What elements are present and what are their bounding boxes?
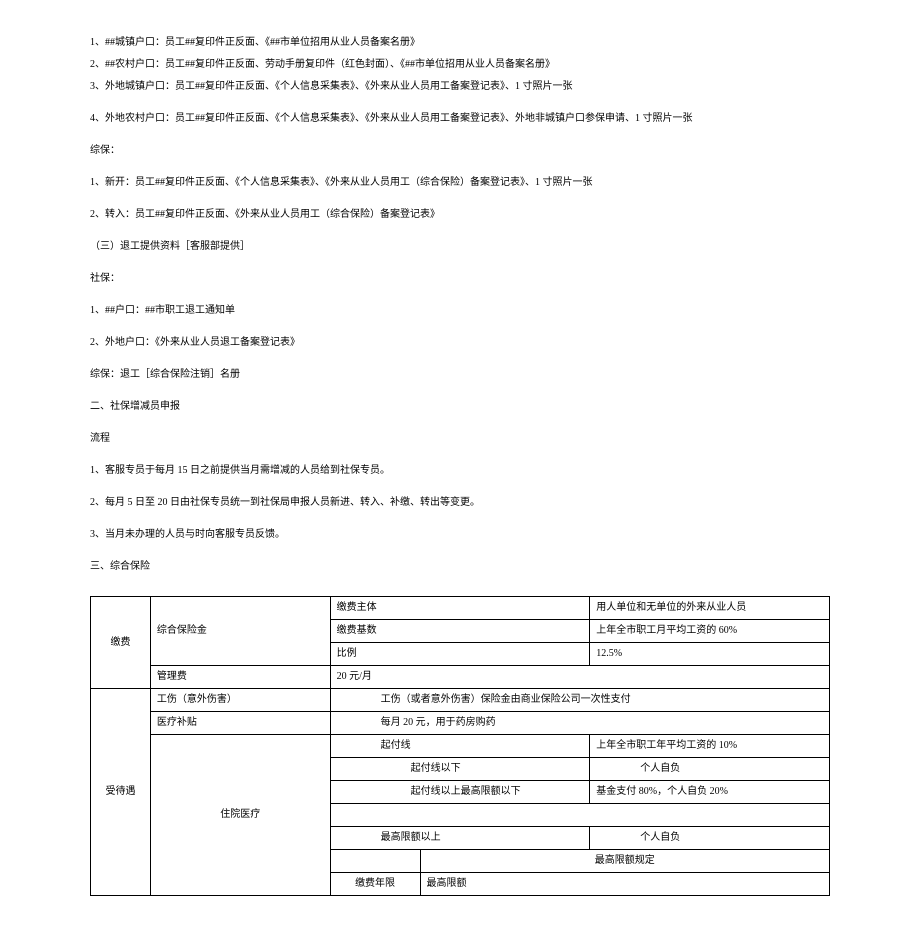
heading-2: 二、社保增减员申报: [90, 398, 830, 416]
process-1: 1、客服专员于每月 15 日之前提供当月需增减的人员给到社保专员。: [90, 462, 830, 480]
table-row: 受待遇 工伤（意外伤害） 工伤（或者意外伤害）保险金由商业保险公司一次性支付: [91, 689, 830, 712]
table-row: 住院医疗 起付线 上年全市职工年平均工资的 10%: [91, 735, 830, 758]
cell: 最高限额: [420, 873, 829, 896]
cell: 每月 20 元，用于药房购药: [330, 712, 829, 735]
line-1: 1、##城镇户口：员工##复印件正反面、《##市单位招用从业人员备案名册》: [90, 34, 830, 52]
line-7: （三）退工提供资料［客服部提供］: [90, 238, 830, 256]
cell: 用人单位和无单位的外来从业人员: [590, 597, 830, 620]
table-row: 缴费 综合保险金 缴费主体 用人单位和无单位的外来从业人员: [91, 597, 830, 620]
label-shebao: 社保：: [90, 270, 830, 288]
line-2: 2、##农村户口：员工##复印件正反面、劳动手册复印件（红色封面）、《##市单位…: [90, 56, 830, 74]
cell: 个人自负: [590, 758, 830, 781]
cell-empty: [330, 804, 829, 827]
line-10: 综保：退工［综合保险注销］名册: [90, 366, 830, 384]
cell: 最高限额以上: [330, 827, 590, 850]
cell: 综合保险金: [150, 597, 330, 666]
cell: 起付线: [330, 735, 590, 758]
cell-zhuyuan: 住院医疗: [150, 735, 330, 896]
table-row: 管理费 20 元/月: [91, 666, 830, 689]
process-2: 2、每月 5 日至 20 日由社保专员统一到社保局申报人员新进、转入、补缴、转出…: [90, 494, 830, 512]
cell: 缴费主体: [330, 597, 590, 620]
cell-jiaofei: 缴费: [91, 597, 151, 689]
label-zongbao: 综保：: [90, 142, 830, 160]
cell: [330, 850, 420, 873]
cell: 上年全市职工月平均工资的 60%: [590, 620, 830, 643]
cell: 上年全市职工年平均工资的 10%: [590, 735, 830, 758]
cell: 管理费: [150, 666, 330, 689]
line-6: 2、转入：员工##复印件正反面、《外来从业人员用工（综合保险）备案登记表》: [90, 206, 830, 224]
cell: 个人自负: [590, 827, 830, 850]
insurance-table: 缴费 综合保险金 缴费主体 用人单位和无单位的外来从业人员 缴费基数 上年全市职…: [90, 596, 830, 896]
cell: 医疗补贴: [150, 712, 330, 735]
cell: 最高限额规定: [420, 850, 829, 873]
cell: 起付线以上最高限额以下: [330, 781, 590, 804]
cell: 缴费年限: [330, 873, 420, 896]
cell: 工伤（或者意外伤害）保险金由商业保险公司一次性支付: [330, 689, 829, 712]
process-3: 3、当月未办理的人员与时向客服专员反馈。: [90, 526, 830, 544]
cell: 12.5%: [590, 643, 830, 666]
label-process: 流程: [90, 430, 830, 448]
cell-daiyu: 受待遇: [91, 689, 151, 896]
cell: 缴费基数: [330, 620, 590, 643]
cell: 起付线以下: [330, 758, 590, 781]
table-row: 医疗补贴 每月 20 元，用于药房购药: [91, 712, 830, 735]
line-8: 1、##户口：##市职工退工通知单: [90, 302, 830, 320]
line-4: 4、外地农村户口：员工##复印件正反面、《个人信息采集表》、《外来从业人员用工备…: [90, 110, 830, 128]
cell: 比例: [330, 643, 590, 666]
cell: 工伤（意外伤害）: [150, 689, 330, 712]
heading-3: 三、综合保险: [90, 558, 830, 576]
line-3: 3、外地城镇户口：员工##复印件正反面、《个人信息采集表》、《外来从业人员用工备…: [90, 78, 830, 96]
line-5: 1、新开：员工##复印件正反面、《个人信息采集表》、《外来从业人员用工（综合保险…: [90, 174, 830, 192]
cell: 20 元/月: [330, 666, 829, 689]
line-9: 2、外地户口：《外来从业人员退工备案登记表》: [90, 334, 830, 352]
cell: 基金支付 80%，个人自负 20%: [590, 781, 830, 804]
